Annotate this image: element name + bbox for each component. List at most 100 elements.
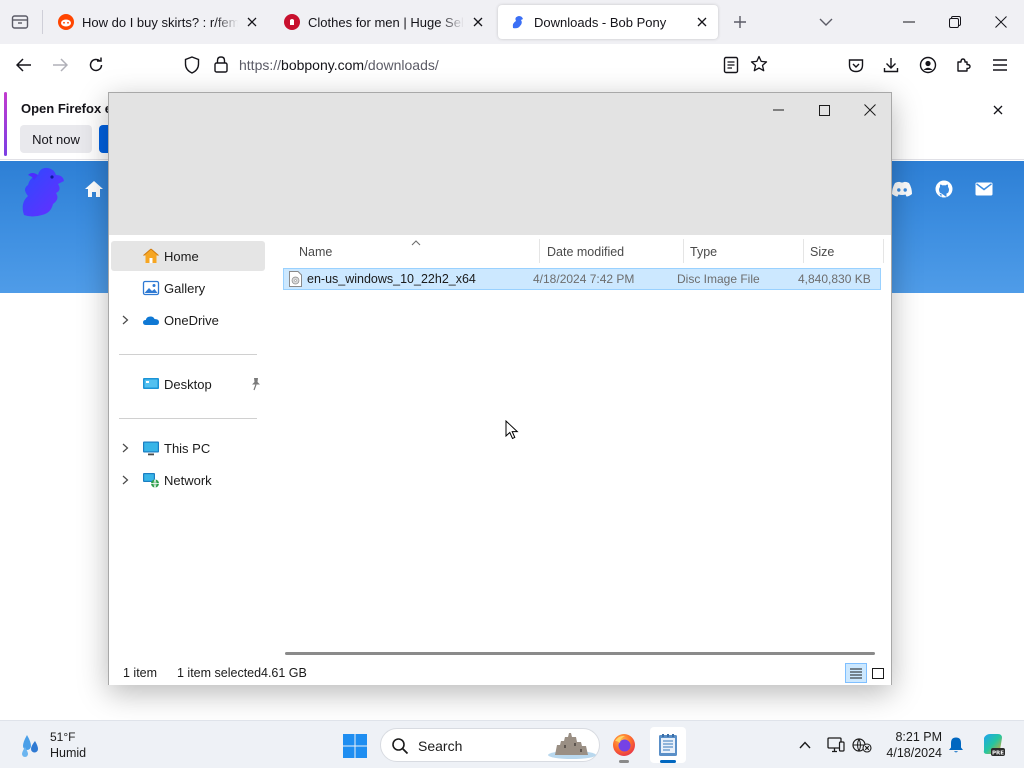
explorer-title-area[interactable]	[109, 93, 891, 235]
back-button[interactable]	[10, 51, 38, 79]
status-item-count: 1 item	[123, 666, 158, 680]
browser-minimize-button[interactable]	[895, 8, 923, 36]
pocket-icon	[848, 58, 864, 72]
start-button[interactable]	[342, 733, 368, 759]
weather-humid-icon[interactable]	[16, 732, 42, 758]
lock-icon[interactable]	[214, 56, 228, 76]
new-tab-button[interactable]	[728, 10, 752, 34]
forward-button[interactable]	[46, 51, 74, 79]
downloads-button[interactable]	[877, 51, 905, 79]
column-header-type[interactable]: Type	[684, 240, 802, 264]
show-hidden-icons-button[interactable]	[795, 735, 815, 755]
plus-icon	[734, 16, 746, 28]
browser-close-button[interactable]	[987, 8, 1015, 36]
notepad-document-icon	[659, 734, 677, 756]
tab-title: How do I buy skirts? : r/feminin	[82, 14, 238, 30]
explorer-minimize-button[interactable]	[755, 95, 801, 125]
nav-item-gallery[interactable]: Gallery	[111, 273, 265, 303]
weather-condition[interactable]: Humid	[50, 746, 86, 760]
pocket-button[interactable]	[842, 51, 870, 79]
taskbar-search-box[interactable]: Search	[380, 728, 600, 762]
file-size: 4,840,830 KB	[798, 272, 871, 286]
tab-separator	[42, 10, 43, 34]
address-bar[interactable]: https://bobpony.com/downloads/	[178, 50, 778, 80]
tab-downloads-active[interactable]: Downloads - Bob Pony	[498, 5, 718, 39]
browser-navigation-bar: https://bobpony.com/downloads/	[0, 44, 1024, 86]
reload-icon	[89, 57, 103, 72]
nav-item-desktop[interactable]: Desktop	[111, 369, 265, 399]
puzzle-icon	[957, 58, 971, 72]
disc-image-file-icon	[289, 271, 302, 287]
large-icons-view-button[interactable]	[867, 663, 889, 683]
nav-item-label: Desktop	[164, 377, 212, 392]
nav-item-onedrive[interactable]: OneDrive	[111, 305, 265, 335]
url-text[interactable]: https://bobpony.com/downloads/	[239, 57, 439, 73]
close-tab-icon[interactable]	[470, 14, 486, 30]
notifications-button[interactable]	[946, 735, 966, 755]
nav-divider	[119, 354, 257, 355]
desktop-icon	[142, 375, 160, 393]
pin-icon[interactable]	[250, 377, 262, 391]
horizontal-scrollbar[interactable]	[285, 652, 875, 655]
notification-title: Open Firefox ev	[21, 101, 120, 116]
nav-item-home[interactable]: Home	[111, 241, 265, 271]
url-host: bobpony.com	[281, 57, 365, 73]
reader-view-icon[interactable]	[723, 56, 739, 77]
nav-item-this-pc[interactable]: This PC	[111, 433, 265, 463]
extensions-button[interactable]	[950, 51, 978, 79]
tab-clothes[interactable]: Clothes for men | Huge Selectio	[272, 5, 494, 39]
list-all-tabs-button[interactable]	[814, 10, 838, 34]
weather-temperature[interactable]: 51°F	[50, 730, 75, 744]
network-volume-tray-button[interactable]	[852, 735, 872, 755]
column-separator[interactable]	[883, 239, 884, 263]
url-path: /downloads/	[364, 57, 439, 73]
nav-item-network[interactable]: Network	[111, 465, 265, 495]
chevron-right-icon[interactable]	[119, 474, 131, 486]
site-home-link[interactable]	[82, 177, 106, 201]
bobpony-logo-icon[interactable]	[16, 163, 68, 219]
github-link[interactable]	[932, 177, 956, 201]
clock-date[interactable]: 4/18/2024	[872, 746, 942, 760]
onedrive-icon	[142, 311, 160, 329]
not-now-button[interactable]: Not now	[20, 125, 92, 153]
file-row-selected[interactable]: en-us_windows_10_22h2_x64 4/18/2024 7:42…	[283, 268, 881, 290]
download-icon	[883, 58, 899, 73]
taskbar-file-explorer[interactable]	[650, 727, 686, 763]
account-button[interactable]	[914, 51, 942, 79]
chevron-right-icon[interactable]	[119, 314, 131, 326]
clock-time[interactable]: 8:21 PM	[884, 730, 942, 744]
explorer-file-list: Name Date modified Type Size en-us_windo…	[269, 235, 891, 663]
explorer-navigation-pane: Home Gallery OneDrive Desktop This PC Ne…	[109, 235, 267, 663]
column-header-date-modified[interactable]: Date modified	[541, 240, 683, 264]
explorer-maximize-button[interactable]	[801, 95, 847, 125]
tab-title: Clothes for men | Huge Selectio	[308, 14, 464, 30]
explorer-close-button[interactable]	[847, 95, 893, 125]
column-header-name[interactable]: Name	[293, 240, 539, 264]
notification-close-button[interactable]	[988, 100, 1008, 120]
display-settings-tray-button[interactable]	[826, 735, 846, 755]
email-link[interactable]	[972, 177, 996, 201]
details-view-button[interactable]	[845, 663, 867, 683]
windows-logo-icon	[343, 734, 367, 758]
copilot-button[interactable]: PRE	[980, 732, 1006, 758]
column-header-size[interactable]: Size	[804, 240, 880, 264]
app-menu-button[interactable]	[986, 51, 1014, 79]
close-tab-icon[interactable]	[694, 14, 710, 30]
chevron-right-icon[interactable]	[119, 442, 131, 454]
bookmark-star-icon[interactable]	[750, 55, 768, 76]
column-separator[interactable]	[539, 239, 540, 263]
reload-button[interactable]	[82, 51, 110, 79]
firefox-view-button[interactable]	[6, 8, 34, 36]
search-placeholder: Search	[418, 738, 463, 754]
chevron-down-icon	[819, 18, 833, 26]
tab-reddit[interactable]: How do I buy skirts? : r/feminin	[46, 5, 268, 39]
tracking-protection-shield-icon[interactable]	[184, 56, 200, 77]
file-name: en-us_windows_10_22h2_x64	[307, 272, 476, 286]
minimize-icon	[903, 21, 915, 23]
status-selection: 1 item selected	[177, 666, 262, 680]
discord-link[interactable]	[890, 177, 914, 201]
browser-restore-button[interactable]	[941, 8, 969, 36]
url-scheme: https://	[239, 57, 282, 73]
close-tab-icon[interactable]	[244, 14, 260, 30]
taskbar-firefox[interactable]	[606, 727, 642, 763]
